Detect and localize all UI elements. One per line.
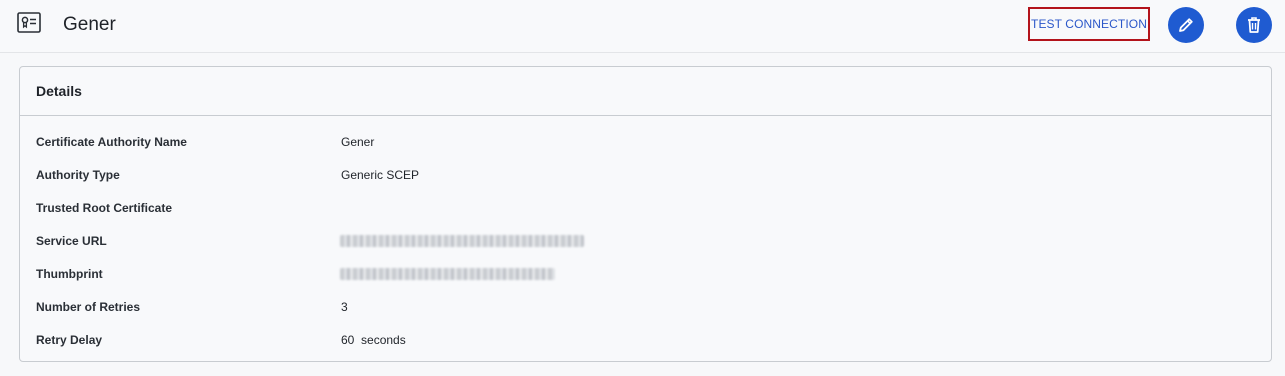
details-title: Details: [36, 83, 82, 99]
row-certificate-authority-name: Certificate Authority Name Gener: [20, 133, 1271, 153]
row-label: Retry Delay: [36, 333, 103, 347]
row-value: 3: [341, 300, 348, 314]
page-header: Gener TEST CONNECTION: [0, 0, 1285, 53]
row-value: 60 seconds: [341, 333, 406, 347]
row-service-url: Service URL: [20, 232, 1271, 252]
trash-icon: [1248, 17, 1260, 33]
row-authority-type: Authority Type Generic SCEP: [20, 166, 1271, 186]
certificate-icon: [17, 12, 41, 33]
row-retry-delay: Retry Delay 60 seconds: [20, 331, 1271, 351]
row-label: Certificate Authority Name: [36, 135, 187, 149]
redacted-value: [340, 268, 555, 280]
row-label: Number of Retries: [36, 300, 141, 314]
delete-button[interactable]: [1236, 7, 1272, 43]
row-label: Authority Type: [36, 168, 120, 182]
row-trusted-root-certificate: Trusted Root Certificate: [20, 199, 1271, 219]
row-label: Trusted Root Certificate: [36, 201, 173, 215]
row-thumbprint: Thumbprint: [20, 265, 1271, 285]
row-label: Thumbprint: [36, 267, 103, 281]
page-title: Gener: [63, 14, 116, 35]
redacted-value: [340, 235, 584, 247]
test-connection-button[interactable]: TEST CONNECTION: [1028, 7, 1150, 41]
row-label: Service URL: [36, 234, 107, 248]
row-number-of-retries: Number of Retries 3: [20, 298, 1271, 318]
pencil-icon: [1179, 18, 1193, 32]
details-panel-header: Details: [20, 67, 1271, 116]
row-value: Gener: [341, 135, 375, 149]
row-value: Generic SCEP: [341, 168, 420, 182]
edit-button[interactable]: [1168, 7, 1204, 43]
details-panel: Details Certificate Authority Name Gener…: [19, 66, 1272, 362]
